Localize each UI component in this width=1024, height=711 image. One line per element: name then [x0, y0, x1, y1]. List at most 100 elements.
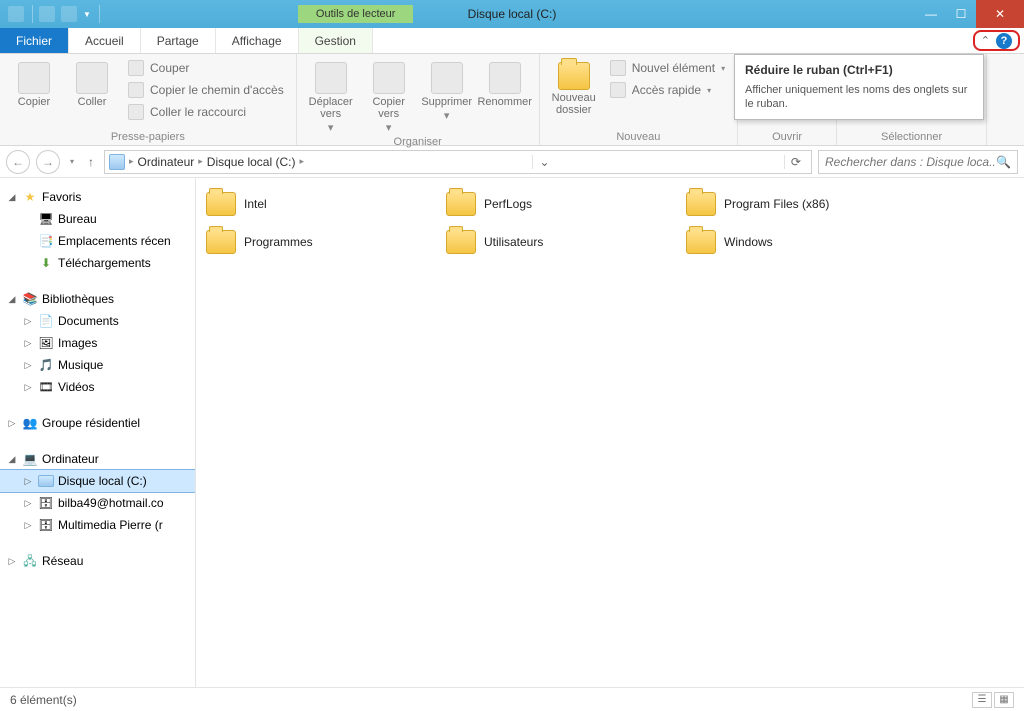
tab-home[interactable]: Accueil — [69, 28, 141, 53]
app-icon[interactable] — [8, 6, 24, 22]
copy-label: Copier — [18, 96, 50, 108]
address-bar[interactable]: ▸ Ordinateur ▸ Disque local (C:) ▸ ⌄ ⟳ — [104, 150, 812, 174]
expand-icon[interactable]: ▷ — [22, 355, 34, 375]
expand-icon[interactable]: ▷ — [22, 333, 34, 353]
breadcrumb-computer[interactable]: Ordinateur ▸ — [138, 155, 203, 169]
copy-path-button[interactable]: Copier le chemin d'accès — [124, 80, 288, 100]
new-item-icon — [610, 60, 626, 76]
tree-multimedia[interactable]: ▷🗄Multimedia Pierre (r — [0, 514, 195, 536]
file-list: Intel PerfLogs Program Files (x86) Progr… — [196, 178, 1024, 687]
collapse-icon[interactable]: ◢ — [6, 449, 18, 469]
tree-downloads[interactable]: ⬇Téléchargements — [0, 252, 195, 274]
delete-icon — [431, 62, 463, 94]
window-title: Disque local (C:) — [468, 7, 557, 21]
tree-computer[interactable]: ◢💻Ordinateur — [0, 448, 195, 470]
expand-icon[interactable]: ▷ — [22, 471, 34, 491]
cut-button[interactable]: Couper — [124, 58, 288, 78]
collapse-ribbon-button[interactable]: ⌃ — [981, 34, 990, 47]
help-button[interactable]: ? — [996, 33, 1012, 49]
tree-documents[interactable]: ▷📄Documents — [0, 310, 195, 332]
tree-images[interactable]: ▷🖼Images — [0, 332, 195, 354]
up-button[interactable]: ↑ — [84, 155, 98, 169]
paste-label: Coller — [78, 96, 107, 108]
breadcrumb-root[interactable]: ▸ — [129, 156, 134, 167]
paste-button[interactable]: Coller — [66, 58, 118, 108]
tree-drive-c[interactable]: ▷Disque local (C:) — [0, 470, 195, 492]
view-details-button[interactable]: ☰ — [972, 692, 992, 708]
folder-item[interactable]: Programmes — [204, 228, 434, 256]
tab-manage[interactable]: Gestion — [299, 28, 373, 53]
move-to-button[interactable]: Déplacer vers▾ — [305, 58, 357, 134]
tree-network[interactable]: ▷🖧Réseau — [0, 550, 195, 572]
address-dropdown-icon[interactable]: ⌄ — [532, 155, 555, 169]
new-item-button[interactable]: Nouvel élément ▾ — [606, 58, 729, 78]
tab-view[interactable]: Affichage — [216, 28, 299, 53]
tooltip-collapse-ribbon: Réduire le ruban (Ctrl+F1) Afficher uniq… — [734, 54, 984, 120]
tree-homegroup[interactable]: ▷👥Groupe résidentiel — [0, 412, 195, 434]
copy-icon — [18, 62, 50, 94]
tree-libraries[interactable]: ◢📚Bibliothèques — [0, 288, 195, 310]
close-button[interactable]: ✕ — [976, 0, 1024, 28]
new-folder-button[interactable]: Nouveau dossier — [548, 58, 600, 116]
documents-icon: 📄 — [38, 313, 54, 329]
tree-music[interactable]: ▷🎵Musique — [0, 354, 195, 376]
copy-to-icon — [373, 62, 405, 94]
search-input[interactable] — [825, 155, 996, 169]
tab-file[interactable]: Fichier — [0, 28, 69, 53]
folder-item[interactable]: PerfLogs — [444, 190, 674, 218]
folder-icon — [446, 230, 476, 254]
folder-item[interactable]: Intel — [204, 190, 434, 218]
music-icon: 🎵 — [38, 357, 54, 373]
group-label-organize: Organiser — [305, 134, 531, 148]
search-box[interactable]: 🔍 — [818, 150, 1018, 174]
expand-icon[interactable]: ▷ — [22, 377, 34, 397]
expand-icon[interactable]: ▷ — [22, 311, 34, 331]
collapse-icon[interactable]: ◢ — [6, 289, 18, 309]
chevron-down-icon: ▾ — [328, 122, 334, 134]
folder-item[interactable]: Windows — [684, 228, 914, 256]
new-folder-qat-icon[interactable] — [61, 6, 77, 22]
delete-button[interactable]: Supprimer▾ — [421, 58, 473, 122]
tree-videos[interactable]: ▷🎞Vidéos — [0, 376, 195, 398]
history-dropdown-icon[interactable]: ▾ — [66, 157, 78, 166]
tree-favorites[interactable]: ◢★Favoris — [0, 186, 195, 208]
paste-shortcut-button[interactable]: Coller le raccourci — [124, 102, 288, 122]
minimize-button[interactable]: — — [916, 0, 946, 28]
rename-button[interactable]: Renommer — [479, 58, 531, 108]
expand-icon[interactable]: ▷ — [22, 493, 34, 513]
view-icons-button[interactable]: ▦ — [994, 692, 1014, 708]
forward-button[interactable]: → — [36, 150, 60, 174]
divider — [32, 5, 33, 23]
move-to-icon — [315, 62, 347, 94]
properties-qat-icon[interactable] — [39, 6, 55, 22]
chevron-down-icon: ▾ — [444, 110, 450, 122]
easy-access-button[interactable]: Accès rapide ▾ — [606, 80, 729, 100]
tree-account[interactable]: ▷🗄bilba49@hotmail.co — [0, 492, 195, 514]
search-icon[interactable]: 🔍 — [996, 155, 1011, 169]
folder-item[interactable]: Utilisateurs — [444, 228, 674, 256]
breadcrumb-drive[interactable]: Disque local (C:) ▸ — [207, 155, 304, 169]
maximize-button[interactable]: ☐ — [946, 0, 976, 28]
expand-icon[interactable]: ▷ — [22, 515, 34, 535]
tree-desktop[interactable]: 🖥Bureau — [0, 208, 195, 230]
copy-button[interactable]: Copier — [8, 58, 60, 108]
navigation-bar: ← → ▾ ↑ ▸ Ordinateur ▸ Disque local (C:)… — [0, 146, 1024, 178]
ribbon-group-organize: Déplacer vers▾ Copier vers▾ Supprimer▾ R… — [297, 54, 540, 145]
libraries-icon: 📚 — [22, 291, 38, 307]
collapse-icon[interactable]: ◢ — [6, 187, 18, 207]
easy-access-icon — [610, 82, 626, 98]
copy-to-button[interactable]: Copier vers▾ — [363, 58, 415, 134]
expand-icon[interactable]: ▷ — [6, 413, 18, 433]
qat-dropdown-icon[interactable]: ▼ — [83, 10, 91, 19]
tree-recent[interactable]: 📑Emplacements récen — [0, 230, 195, 252]
divider — [99, 5, 100, 23]
back-button[interactable]: ← — [6, 150, 30, 174]
group-label-select: Sélectionner — [845, 129, 978, 143]
refresh-button[interactable]: ⟳ — [784, 155, 807, 169]
tab-share[interactable]: Partage — [141, 28, 216, 53]
chevron-right-icon: ▸ — [198, 156, 203, 167]
videos-icon: 🎞 — [38, 379, 54, 395]
folder-item[interactable]: Program Files (x86) — [684, 190, 914, 218]
expand-icon[interactable]: ▷ — [6, 551, 18, 571]
contextual-tab-header: Outils de lecteur — [298, 5, 413, 23]
